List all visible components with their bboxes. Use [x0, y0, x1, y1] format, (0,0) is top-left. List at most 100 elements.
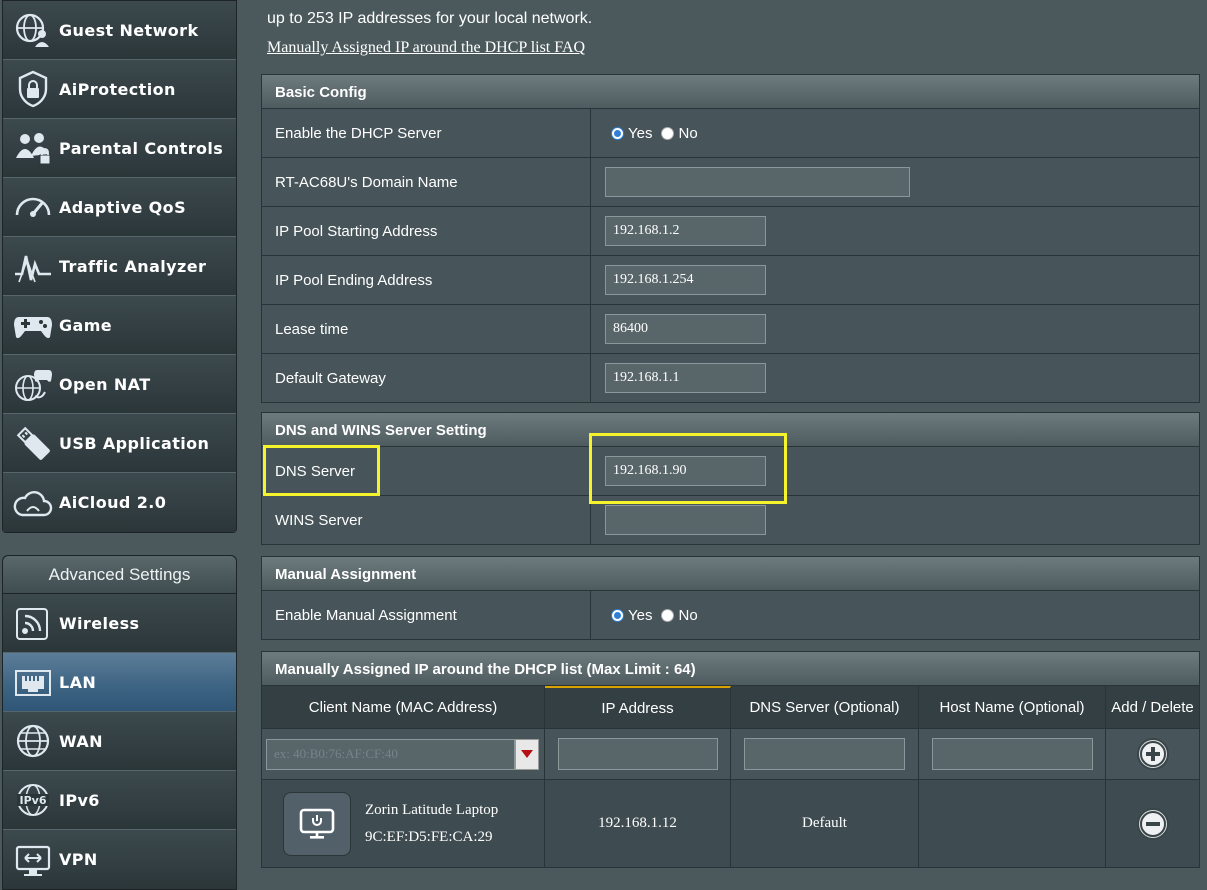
basic-config-section: Basic Config Enable the DHCP Server Yes … — [261, 74, 1200, 403]
wins-server-row: WINS Server — [261, 496, 1200, 545]
sidebar-item-game[interactable]: Game — [3, 296, 236, 355]
sidebar-item-label: Game — [59, 315, 113, 335]
sidebar-item-guest-network[interactable]: Guest Network — [3, 1, 236, 60]
radio-label: No — [678, 606, 698, 624]
wins-server-input[interactable] — [605, 505, 766, 535]
manual-yes-radio[interactable] — [611, 608, 624, 622]
section-title: Manual Assignment — [261, 556, 1200, 591]
sidebar-item-label: Guest Network — [59, 20, 199, 40]
sidebar-item-label: WAN — [59, 731, 103, 751]
column-header: Host Name (Optional) — [919, 686, 1106, 728]
advanced-menu: Advanced Settings Wireless LAN WAN IPv6 … — [2, 555, 237, 890]
radio-label: Yes — [628, 606, 653, 624]
column-header: IP Address — [545, 686, 731, 728]
entry-dns: Default — [802, 815, 847, 831]
delete-icon[interactable] — [1136, 807, 1170, 841]
domain-name-row: RT-AC68U's Domain Name — [261, 158, 1200, 207]
manual-assignment-section: Manual Assignment Enable Manual Assignme… — [261, 556, 1200, 640]
enable-manual-row: Enable Manual Assignment Yes No — [261, 591, 1200, 640]
ip-address-input[interactable] — [557, 738, 718, 770]
usb-icon — [11, 423, 55, 463]
sidebar-item-label: IPv6 — [59, 790, 100, 810]
table-cell — [731, 729, 919, 779]
table-cell — [1106, 729, 1199, 779]
table-cell: Default — [731, 780, 919, 867]
sidebar-item-label: AiProtection — [59, 79, 176, 99]
dns-wins-section: DNS and WINS Server Setting DNS Server 1… — [261, 412, 1200, 545]
cloud-icon — [11, 483, 55, 523]
table-cell: ex: 40:B0:76:AF:CF:40 — [262, 729, 545, 779]
device-avatar[interactable] — [283, 791, 351, 856]
lease-time-row: Lease time 86400 — [261, 305, 1200, 354]
field-label: Enable Manual Assignment — [262, 591, 591, 639]
sidebar-item-label: USB Application — [59, 433, 210, 453]
sidebar-item-label: AiCloud 2.0 — [59, 493, 167, 512]
monitor-icon — [299, 808, 335, 839]
field-label: DNS Server — [262, 447, 591, 495]
dns-optional-input[interactable] — [744, 738, 905, 770]
sidebar-item-aicloud[interactable]: AiCloud 2.0 — [3, 473, 236, 532]
sidebar-item-label: LAN — [59, 672, 97, 692]
table-cell — [919, 780, 1106, 867]
mac-address-input[interactable]: ex: 40:B0:76:AF:CF:40 — [266, 738, 515, 770]
field-cell: 192.168.1.254 — [591, 256, 1199, 304]
host-name-input[interactable] — [931, 738, 1093, 770]
field-label: IP Pool Starting Address — [262, 207, 591, 255]
sidebar: Guest Network AiProtection Parental Cont… — [0, 0, 240, 890]
client-dropdown-button[interactable] — [515, 738, 539, 770]
sidebar-item-traffic-analyzer[interactable]: Traffic Analyzer — [3, 237, 236, 296]
field-label: Lease time — [262, 305, 591, 353]
dhcp-no-radio[interactable] — [661, 126, 675, 140]
sidebar-item-vpn[interactable]: VPN — [3, 830, 236, 889]
radio-label: No — [678, 124, 698, 142]
column-header: DNS Server (Optional) — [731, 686, 919, 728]
sidebar-item-label: Wireless — [59, 613, 140, 633]
pool-end-input[interactable]: 192.168.1.254 — [605, 265, 766, 295]
faq-link[interactable]: Manually Assigned IP around the DHCP lis… — [267, 39, 585, 57]
default-gateway-row: Default Gateway 192.168.1.1 — [261, 354, 1200, 403]
domain-name-input[interactable] — [605, 167, 910, 197]
default-gateway-input[interactable]: 192.168.1.1 — [605, 363, 766, 393]
field-label: Enable the DHCP Server — [262, 109, 591, 157]
sidebar-item-ipv6[interactable]: IPv6 IPv6 — [3, 771, 236, 830]
main-content: up to 253 IP addresses for your local ne… — [261, 0, 1200, 874]
lan-icon — [11, 662, 55, 702]
family-lock-icon — [11, 128, 55, 168]
shield-lock-icon — [11, 69, 55, 109]
sidebar-item-usb-application[interactable]: USB Application — [3, 414, 236, 473]
entry-ip: 192.168.1.12 — [598, 815, 677, 831]
client-mac: 9C:EF:D5:FE:CA:29 — [365, 828, 493, 845]
dhcp-yes-radio[interactable] — [611, 126, 624, 140]
sidebar-item-wireless[interactable]: Wireless — [3, 594, 236, 653]
globe-icon — [11, 721, 55, 761]
table-cell — [919, 729, 1106, 779]
table-header: Client Name (MAC Address) IP Address DNS… — [261, 686, 1200, 729]
table-cell: 192.168.1.12 — [545, 780, 731, 867]
sidebar-item-lan[interactable]: LAN — [3, 653, 236, 712]
assigned-ip-section: Manually Assigned IP around the DHCP lis… — [261, 651, 1200, 868]
field-cell — [591, 158, 1199, 206]
dns-server-input[interactable]: 192.168.1.90 — [605, 456, 766, 486]
manual-no-radio[interactable] — [661, 608, 675, 622]
intro-text: up to 253 IP addresses for your local ne… — [267, 10, 593, 27]
sidebar-item-aiprotection[interactable]: AiProtection — [3, 60, 236, 119]
sidebar-item-wan[interactable]: WAN — [3, 712, 236, 771]
chevron-down-icon — [521, 750, 533, 758]
sidebar-item-open-nat[interactable]: Open NAT — [3, 355, 236, 414]
enable-dhcp-row: Enable the DHCP Server Yes No — [261, 109, 1200, 158]
traffic-wave-icon — [11, 246, 55, 286]
enable-dhcp-options: Yes No — [591, 109, 1199, 157]
radio-label: Yes — [628, 124, 653, 142]
sidebar-item-parental-controls[interactable]: Parental Controls — [3, 119, 236, 178]
pool-end-row: IP Pool Ending Address 192.168.1.254 — [261, 256, 1200, 305]
section-title: Basic Config — [261, 74, 1200, 109]
field-cell: 192.168.1.2 — [591, 207, 1199, 255]
sidebar-item-adaptive-qos[interactable]: Adaptive QoS — [3, 178, 236, 237]
globe-people-icon — [11, 10, 55, 50]
wifi-icon — [11, 603, 55, 643]
ipv6-globe-icon: IPv6 — [11, 780, 55, 820]
lease-time-input[interactable]: 86400 — [605, 314, 766, 344]
field-label: WINS Server — [262, 496, 591, 544]
pool-start-input[interactable]: 192.168.1.2 — [605, 216, 766, 246]
add-icon[interactable] — [1136, 737, 1170, 771]
